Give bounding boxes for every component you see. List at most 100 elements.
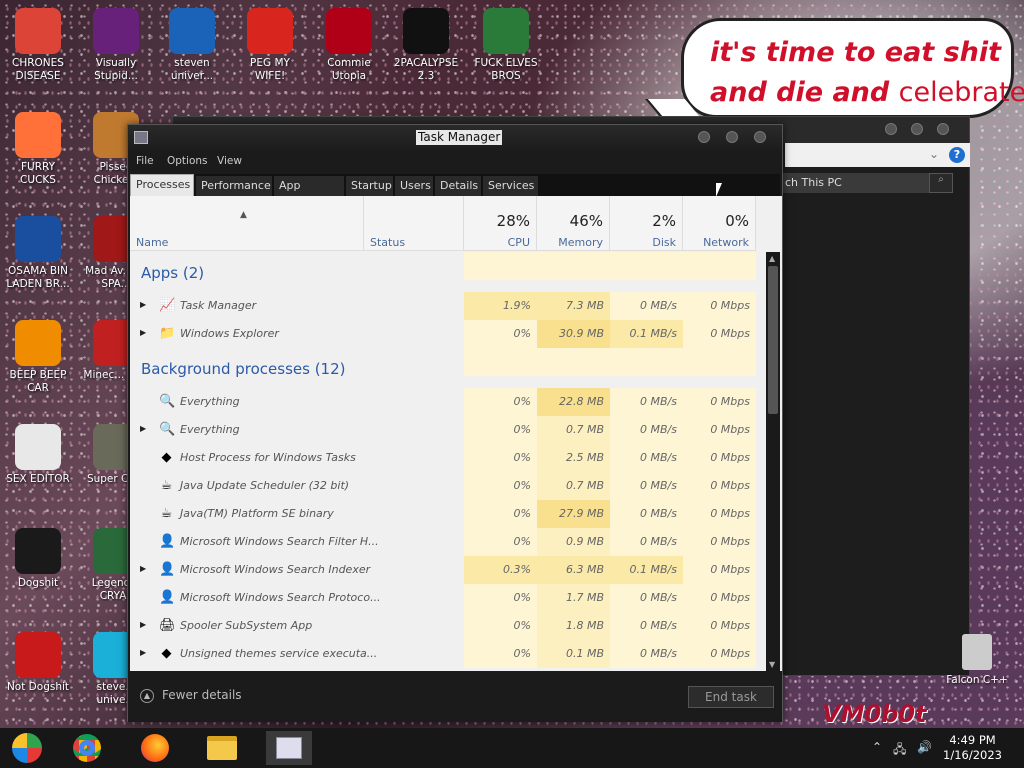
expand-arrow-icon[interactable]: ▶ bbox=[140, 648, 146, 657]
cell-disk: 0 MB/s bbox=[610, 500, 683, 528]
table-row[interactable]: ▶ ◆ Unsigned themes service executa... 0% 0.… bbox=[130, 640, 756, 668]
cell-disk: 0 MB/s bbox=[610, 472, 683, 500]
explorer-close-button[interactable] bbox=[937, 123, 949, 135]
table-row[interactable]: ☕ Java(TM) Platform SE binary 0% 27.9 MB 0 M… bbox=[130, 500, 756, 528]
end-task-button[interactable]: End task bbox=[688, 686, 774, 708]
desktop-icon[interactable]: PEG MY WIFE! bbox=[234, 8, 306, 83]
col-network[interactable]: 0% Network bbox=[683, 196, 756, 251]
table-row[interactable]: ☕ Java Update Scheduler (32 bit) 0% 0.7 MB 0… bbox=[130, 472, 756, 500]
minimize-button[interactable] bbox=[698, 131, 710, 143]
cell-cpu: 0% bbox=[464, 612, 537, 640]
desktop-icon[interactable]: steven univer... bbox=[156, 8, 228, 83]
close-button[interactable] bbox=[754, 131, 766, 143]
group-header[interactable]: Apps (2) bbox=[130, 252, 756, 292]
table-row[interactable]: ▶ 👤 Microsoft Windows Search Indexer 0.3% 6.… bbox=[130, 556, 756, 584]
network-icon[interactable]: 🖧 bbox=[893, 740, 906, 761]
start-orb-icon bbox=[12, 733, 42, 763]
desktop-icon[interactable]: 2PACALYPSE 2.3 bbox=[390, 8, 462, 83]
table-row[interactable]: 🔍 Everything 0% 22.8 MB 0 MB/s 0 Mbps bbox=[130, 388, 756, 416]
vlc-icon bbox=[15, 320, 61, 366]
tab-services[interactable]: Services bbox=[482, 176, 538, 196]
vertical-scrollbar[interactable]: ▲ ▼ bbox=[766, 252, 780, 671]
table-row[interactable]: ◆ Host Process for Windows Tasks 0% 2.5 MB 0… bbox=[130, 444, 756, 472]
volume-icon[interactable]: 🔊 bbox=[917, 740, 932, 754]
table-row[interactable]: 👤 Microsoft Windows Search Filter H... 0% 0… bbox=[130, 528, 756, 556]
desktop-icon-falcon[interactable]: Falcon C++ bbox=[940, 634, 1014, 686]
explorer-minimize-button[interactable] bbox=[885, 123, 897, 135]
menu-file[interactable]: File bbox=[136, 155, 154, 167]
help-icon[interactable]: ? bbox=[949, 147, 965, 163]
tab-processes[interactable]: Processes bbox=[130, 174, 194, 196]
taskbar-task-manager[interactable] bbox=[266, 731, 312, 765]
menu-options[interactable]: Options bbox=[167, 155, 208, 167]
fewer-details-button[interactable]: ▲ Fewer details bbox=[140, 688, 242, 703]
taskbar-file-explorer[interactable] bbox=[199, 731, 245, 765]
cell-cpu: 1.9% bbox=[464, 292, 537, 320]
tab-app-history[interactable]: App history bbox=[273, 176, 344, 211]
search-person-icon: 👤 bbox=[159, 590, 176, 605]
table-row[interactable]: ▶ 🔍 Everything 0% 0.7 MB 0 MB/s 0 Mbps bbox=[130, 416, 756, 444]
col-cpu[interactable]: 28% CPU bbox=[464, 196, 537, 251]
group-header[interactable]: Background processes (12) bbox=[130, 348, 756, 388]
task-manager-window[interactable]: Task Manager File Options View Processes… bbox=[127, 124, 783, 722]
desktop-icon[interactable]: FURRY CUCKS bbox=[2, 112, 74, 187]
desktop-icon[interactable]: Not Dogshit bbox=[2, 632, 74, 694]
explorer-maximize-button[interactable] bbox=[911, 123, 923, 135]
taskbar-firefox[interactable] bbox=[132, 731, 178, 765]
menu-view[interactable]: View bbox=[217, 155, 242, 167]
footer: ▲ Fewer details End task bbox=[128, 672, 782, 722]
table-row[interactable]: ▶ 📈 Task Manager 1.9% 7.3 MB 0 MB/s 0 Mbps bbox=[130, 292, 756, 320]
explorer-address-bar[interactable] bbox=[785, 143, 970, 167]
table-row[interactable]: 👤 Microsoft Windows Search Protoco... 0% 1.… bbox=[130, 584, 756, 612]
magnifier-icon: 🔍 bbox=[159, 422, 176, 437]
expand-arrow-icon[interactable]: ▶ bbox=[140, 300, 146, 309]
tab-performance[interactable]: Performance bbox=[195, 176, 272, 196]
col-disk[interactable]: 2% Disk bbox=[610, 196, 683, 251]
col-memory[interactable]: 46% Memory bbox=[537, 196, 610, 251]
col-status[interactable]: Status bbox=[364, 196, 464, 251]
search-icon[interactable]: ⌕ bbox=[929, 173, 953, 193]
search-input[interactable]: ch This PC bbox=[779, 173, 929, 193]
table-row[interactable]: ▶ 📁 Windows Explorer 0% 30.9 MB 0.1 MB/s 0 Mbp… bbox=[130, 320, 756, 348]
desktop-icon-label: Not Dogshit bbox=[6, 681, 70, 693]
chevron-down-icon[interactable]: ⌄ bbox=[929, 147, 939, 161]
java-icon: ☕ bbox=[160, 506, 173, 521]
cell-disk: 0 MB/s bbox=[610, 612, 683, 640]
start-button[interactable] bbox=[4, 731, 50, 765]
tab-details[interactable]: Details bbox=[434, 176, 481, 196]
desktop-icon[interactable]: OSAMA BIN LADEN BR... bbox=[2, 216, 74, 291]
cell-disk: 0 MB/s bbox=[610, 292, 683, 320]
expand-arrow-icon[interactable]: ▶ bbox=[140, 564, 146, 573]
desktop-icon[interactable]: FUCK ELVES BROS bbox=[470, 8, 542, 83]
cell-net: 0 Mbps bbox=[683, 556, 756, 584]
expand-arrow-icon[interactable]: ▶ bbox=[140, 620, 146, 629]
desktop-icon[interactable]: BEEP BEEP CAR bbox=[2, 320, 74, 395]
maximize-button[interactable] bbox=[726, 131, 738, 143]
cell-net: 0 Mbps bbox=[683, 292, 756, 320]
desktop-icon[interactable]: Commie Utopia bbox=[313, 8, 385, 83]
desktop-icon-label: CHRONES DISEASE bbox=[12, 57, 64, 82]
col-cpu-label: CPU bbox=[507, 236, 530, 249]
cell-cpu: 0% bbox=[464, 528, 537, 556]
title-bar[interactable]: Task Manager bbox=[128, 125, 782, 151]
desktop-icon[interactable]: SEX EDITOR bbox=[2, 424, 74, 486]
desktop-icon-label: OSAMA BIN LADEN BR... bbox=[6, 265, 70, 290]
col-name[interactable]: Name bbox=[130, 196, 364, 251]
cell-cpu: 0% bbox=[464, 444, 537, 472]
cell-mem: 0.1 MB bbox=[537, 640, 610, 668]
tab-startup[interactable]: Startup bbox=[345, 176, 393, 196]
desktop-icon[interactable]: CHRONES DISEASE bbox=[2, 8, 74, 83]
scrollbar-thumb[interactable] bbox=[768, 266, 778, 414]
scroll-up-arrow[interactable]: ▲ bbox=[769, 254, 775, 263]
scroll-down-arrow[interactable]: ▼ bbox=[769, 660, 775, 669]
tab-users[interactable]: Users bbox=[394, 176, 433, 196]
desktop-icon[interactable]: Visually Stupid... bbox=[80, 8, 152, 83]
desktop-icon[interactable]: Dogshit bbox=[2, 528, 74, 590]
tray-overflow-icon[interactable]: ⌃ bbox=[872, 740, 882, 754]
system-clock[interactable]: 4:49 PM 1/16/2023 bbox=[943, 733, 1002, 763]
expand-arrow-icon[interactable]: ▶ bbox=[140, 328, 146, 337]
taskbar-chrome[interactable] bbox=[64, 731, 110, 765]
table-row[interactable]: ▶ 🖨 Spooler SubSystem App 0% 1.8 MB 0 MB/s 0 M… bbox=[130, 612, 756, 640]
cell-cpu: 0.3% bbox=[464, 556, 537, 584]
expand-arrow-icon[interactable]: ▶ bbox=[140, 424, 146, 433]
